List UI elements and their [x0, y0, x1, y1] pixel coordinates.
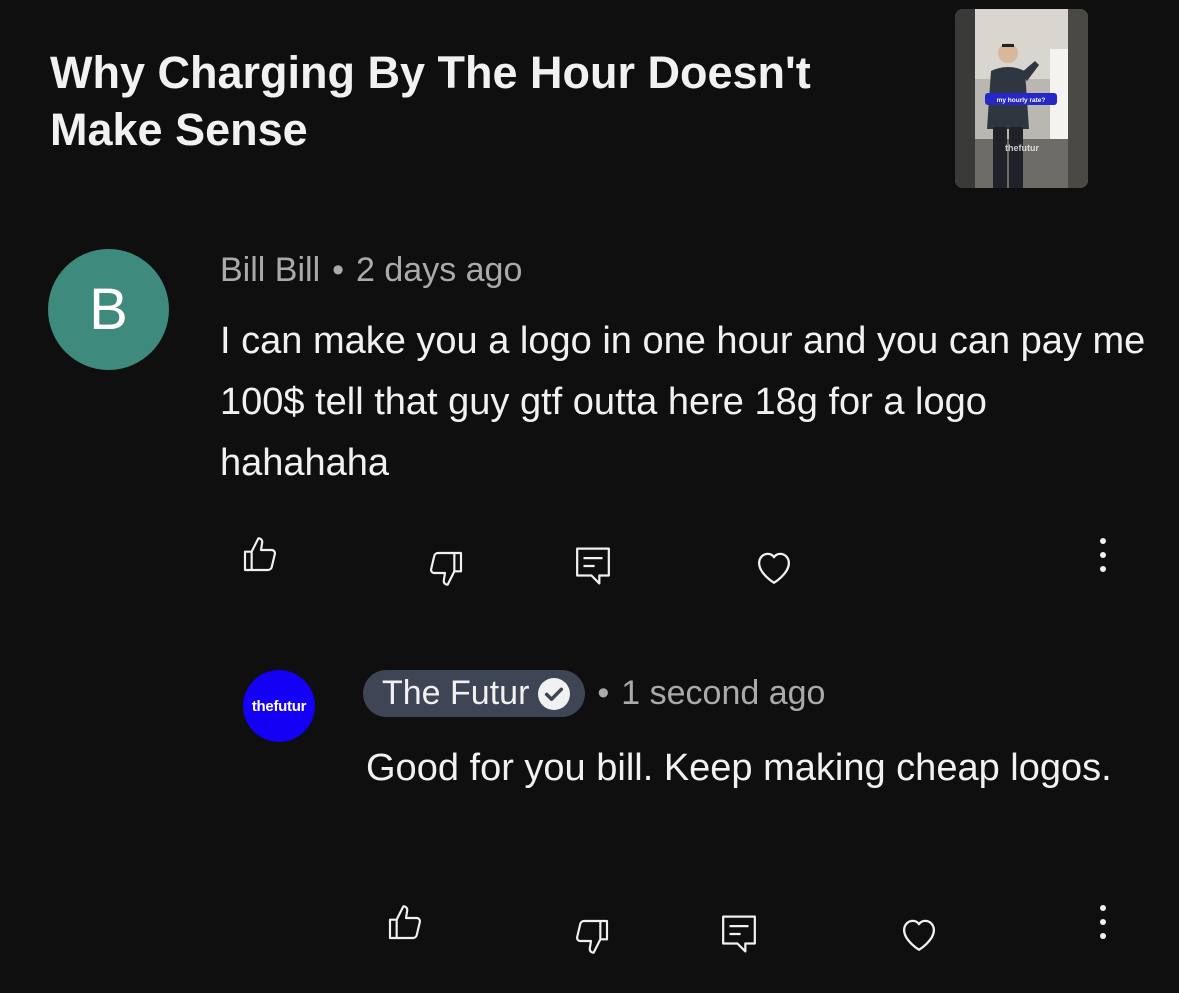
- reply-reply-button[interactable]: [720, 913, 758, 955]
- avatar[interactable]: B: [48, 249, 169, 370]
- video-thumbnail-image: my hourly rate? thefutur: [955, 9, 1088, 188]
- heart-icon: [902, 919, 936, 951]
- thumb-up-icon: [243, 537, 277, 572]
- reply-dislike-button[interactable]: [572, 916, 612, 956]
- reply-avatar[interactable]: thefutur: [243, 670, 315, 742]
- video-title[interactable]: Why Charging By The Hour Doesn't Make Se…: [50, 44, 910, 158]
- reply-avatar-text: thefutur: [251, 697, 307, 715]
- video-thumbnail[interactable]: my hourly rate? thefutur: [955, 9, 1088, 188]
- reply-more-options-button[interactable]: [1090, 902, 1116, 942]
- thumbnail-watermark: thefutur: [1005, 143, 1039, 153]
- thumb-up-icon: [388, 905, 422, 940]
- reply-heart-button[interactable]: [898, 913, 940, 955]
- reply-icon: [576, 547, 610, 585]
- meta-separator: •: [332, 250, 345, 289]
- heart-icon: [757, 552, 791, 584]
- thumbnail-caption: my hourly rate?: [997, 97, 1046, 104]
- avatar-letter: B: [89, 277, 128, 342]
- reply-text: Good for you bill. Keep making cheap log…: [366, 747, 1112, 789]
- dislike-button[interactable]: [426, 548, 466, 588]
- reply-timestamp: 1 second ago: [621, 674, 826, 712]
- verified-check-icon: [538, 677, 571, 710]
- comment-author[interactable]: Bill Bill: [220, 251, 320, 290]
- reply-icon: [722, 915, 756, 953]
- reply-button[interactable]: [574, 545, 612, 587]
- heart-button[interactable]: [753, 546, 795, 588]
- reply-like-button[interactable]: [385, 903, 425, 943]
- comment-header: Bill Bill • 2 days ago: [220, 248, 522, 292]
- creator-author-badge[interactable]: The Futur: [363, 670, 586, 717]
- reply-header: The Futur • 1 second ago: [363, 670, 825, 717]
- comment-text: I can make you a logo in one hour and yo…: [220, 320, 1146, 484]
- comment-timestamp: 2 days ago: [356, 250, 523, 289]
- thumb-down-icon: [429, 551, 463, 586]
- like-button[interactable]: [240, 535, 280, 575]
- more-vert-icon: [1100, 905, 1106, 939]
- more-options-button[interactable]: [1090, 535, 1116, 575]
- reply-author: The Futur: [382, 674, 530, 712]
- meta-separator: •: [597, 674, 610, 712]
- thumb-down-icon: [575, 919, 609, 954]
- more-vert-icon: [1100, 538, 1106, 572]
- comment-thread-screen: Why Charging By The Hour Doesn't Make Se…: [0, 0, 1179, 993]
